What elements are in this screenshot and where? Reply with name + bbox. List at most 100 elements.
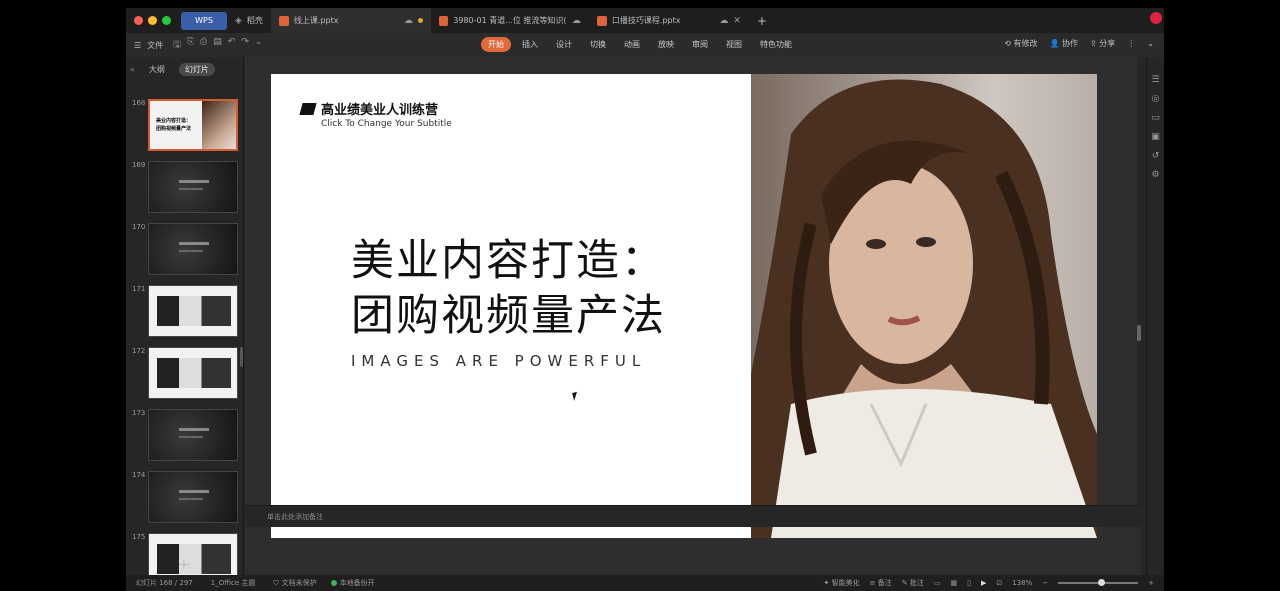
animation-pane-icon[interactable]: ◎ [1152,94,1160,104]
slide-thumbnail-row[interactable]: 174 [130,471,240,527]
play-icon[interactable]: ▶ [981,579,986,587]
undo-icon[interactable]: ↶ [228,37,236,53]
tab-slides[interactable]: 幻灯片 [178,63,215,76]
chevron-down-icon[interactable]: ⌄ [1147,39,1154,48]
menu-review[interactable]: 审阅 [685,37,715,52]
zoom-slider[interactable] [1058,579,1139,586]
maximize-window-button[interactable] [162,16,171,25]
add-slide-button[interactable]: + [178,557,190,573]
slide-thumbnail-row[interactable]: 168 美业内容打造： 团购视频量产法 [130,99,240,155]
collapse-panel-icon[interactable]: « [130,65,135,74]
protect-status[interactable]: ⛉ 文档未保护 [273,578,316,588]
slide-thumbnail-row[interactable]: 171 [130,285,240,341]
share-button[interactable]: ⇪ 分享 [1090,38,1115,49]
tab-label: 线上课.pptx [293,16,339,25]
zoom-in-icon[interactable]: + [1148,579,1154,587]
thumb-content [157,358,231,388]
slide-thumbnail[interactable] [148,471,238,523]
comment-button[interactable]: ✎ 批注 [902,578,924,588]
brand-header[interactable]: 高业绩美业人训练营 [299,99,439,118]
slide-thumbnail[interactable] [148,223,238,275]
slide-thumbnail[interactable] [148,347,238,399]
save-icon[interactable]: 🖫 [173,37,181,53]
slide-thumbnail[interactable]: 美业内容打造： 团购视频量产法 [148,99,238,151]
backup-status[interactable]: 本地备份开 [330,578,375,588]
slide-thumbnail-row[interactable]: 172 [130,347,240,403]
settings-icon[interactable]: ⚙ [1151,170,1159,180]
zoom-slider-knob[interactable] [1098,579,1106,586]
slide-counter: 幻灯片 168 / 297 [136,579,193,587]
menu-transition[interactable]: 切换 [583,37,613,52]
image-pane-icon[interactable]: ▣ [1151,132,1160,142]
comment-icon: ✎ [901,579,908,587]
tab-3980[interactable]: 3980-01 青道...位 推流等知识(1) ☁ [431,8,589,33]
tab-koubo[interactable]: 口播技巧课程.pptx ☁ ✕ [589,8,749,33]
file-menu[interactable]: ☰ 文件 [134,40,163,51]
tab-outline[interactable]: 大纲 [143,63,171,76]
slide-tagline[interactable]: IMAGES ARE POWERFUL [351,352,646,370]
reading-view-icon[interactable]: ▯ [967,579,971,587]
canvas-scroll-thumb[interactable] [1137,325,1141,341]
more-options-icon[interactable]: ⋮ [1127,39,1135,48]
more-icon[interactable]: ⌄ [255,37,263,53]
slide-thumbnail-row[interactable]: 170 [130,223,240,279]
properties-icon[interactable]: ☰ [1151,75,1159,85]
unsaved-dot-icon [417,18,423,23]
slide-headline[interactable]: 美业内容打造： 团购视频量产法 [351,234,666,344]
comment-pane-icon[interactable]: ▭ [1151,113,1160,123]
shield-icon: ⛉ [273,578,279,587]
mouse-cursor-icon [572,391,582,401]
close-tab-icon[interactable]: ✕ [733,16,741,26]
panel-scrollbar[interactable] [240,347,243,367]
thumb-content [179,428,209,431]
normal-view-icon[interactable]: ▭ [934,579,941,587]
notification-icon[interactable] [1150,12,1162,24]
canvas-scrollbar[interactable] [1137,57,1141,505]
thumb-line [179,188,203,190]
daoke-icon: ◈ [235,15,242,26]
new-tab-button[interactable]: + [749,8,775,33]
tab-xianshangke[interactable]: 线上课.pptx ☁ [270,8,431,33]
menu-animation[interactable]: 动画 [617,37,647,52]
slide-thumbnail[interactable] [148,409,238,461]
notes-area[interactable]: 单击此处添加备注 [245,505,1141,527]
menu-slideshow[interactable]: 放映 [651,37,681,52]
slide-thumbnail-row[interactable]: 173 [130,409,240,465]
beautify-button[interactable]: ✦ 智能美化 [824,578,860,588]
preview-icon[interactable]: ▤ [213,37,222,53]
slide-thumbnail[interactable] [148,285,238,337]
tab-daoke[interactable]: ◈ 稻壳 [227,8,271,33]
zoom-out-icon[interactable]: − [1042,579,1048,587]
close-window-button[interactable] [134,16,143,25]
fit-icon[interactable]: ⊡ [996,579,1002,587]
wps-home-tab[interactable]: WPS [181,11,227,30]
export-icon[interactable]: ⎘ [187,37,194,53]
history-icon[interactable]: ↺ [1152,151,1160,161]
slide-text-area: 高业绩美业人训练营 Click To Change Your Subtitle … [271,74,751,538]
pptx-icon [596,15,607,26]
minimize-window-button[interactable] [148,16,157,25]
slide-thumbnail-row[interactable]: 169 [130,161,240,217]
notes-button[interactable]: ≡ 备注 [870,578,892,588]
print-icon[interactable]: ⎙ [200,37,207,53]
tab-label: 稻壳 [246,16,263,25]
menu-design[interactable]: 设计 [549,37,579,52]
collab-button[interactable]: 👤 协作 [1050,38,1079,49]
menu-view[interactable]: 视图 [719,37,749,52]
sorter-view-icon[interactable]: ▦ [950,579,957,587]
menu-features[interactable]: 特色功能 [753,37,799,52]
zoom-value[interactable]: 138% [1012,579,1032,587]
headline-line-1: 美业内容打造： [351,236,666,286]
toolbar-right: ⟲ 有修改 👤 协作 ⇪ 分享 ⋮ ⌄ [1004,38,1154,49]
current-slide[interactable]: 高业绩美业人训练营 Click To Change Your Subtitle … [271,74,1097,538]
redo-icon[interactable]: ↷ [241,37,249,53]
slide-thumbnail[interactable] [148,161,238,213]
brand-title: 高业绩美业人训练营 [321,103,439,118]
window-controls [134,16,171,25]
thumb-line [179,498,203,500]
menu-insert[interactable]: 插入 [515,37,545,52]
brand-subtitle[interactable]: Click To Change Your Subtitle [321,119,452,129]
modify-button[interactable]: ⟲ 有修改 [1004,38,1037,49]
portrait-photo[interactable] [751,74,1097,538]
menu-start[interactable]: 开始 [481,37,511,52]
